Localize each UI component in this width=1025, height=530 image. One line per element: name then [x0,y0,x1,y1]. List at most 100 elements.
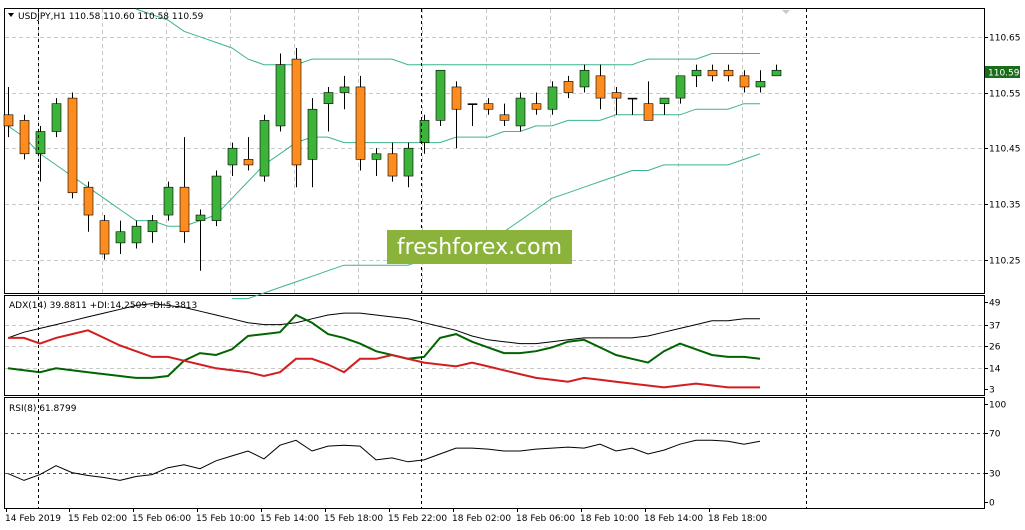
candle-body [35,131,46,155]
candle[interactable] [755,70,766,93]
candle-body [179,186,190,233]
candle[interactable] [131,220,142,249]
candle[interactable] [403,142,414,188]
candle-body [275,64,286,127]
candle-body [195,214,206,221]
current-price-label: 110.59 [988,69,1020,79]
candle-body [371,153,382,160]
candle[interactable] [3,86,14,138]
candle[interactable] [19,114,30,160]
time-axis-label: 18 Feb 02:00 [452,514,511,524]
time-axis-label: 18 Feb 18:00 [708,514,767,524]
candle[interactable] [611,86,622,115]
candle[interactable] [115,220,126,255]
candle-body [771,69,782,77]
candle-body [595,75,606,99]
lower-band-line [232,153,761,300]
candle[interactable] [387,142,398,182]
candle[interactable] [483,98,494,115]
candle-body [563,81,574,93]
candle[interactable] [771,64,782,77]
candle[interactable] [211,170,222,227]
candle[interactable] [595,64,606,110]
candle[interactable] [35,125,46,182]
candle[interactable] [515,92,526,132]
candle[interactable] [659,97,670,115]
candle-body [547,86,558,110]
candle[interactable] [291,47,302,188]
candle[interactable] [627,97,638,115]
time-axis-label: 15 Feb 06:00 [132,514,191,524]
candle-body [403,147,414,177]
chart-shift-marker-icon[interactable] [782,10,790,14]
candle-body [483,103,494,110]
candle-body [627,97,638,100]
adx-axis-label: 49 [989,299,1001,309]
candle[interactable] [643,81,654,121]
candle[interactable] [467,103,478,126]
candle-body [227,147,238,166]
candle[interactable] [275,53,286,132]
candle-body [99,220,110,255]
candle[interactable] [691,64,702,87]
candle-body [451,86,462,110]
candle[interactable] [339,75,350,110]
candle-body [707,69,718,77]
candle-body [339,86,350,93]
candle[interactable] [547,81,558,115]
rsi-axis-label: 100 [989,401,1006,411]
time-axis-label: 18 Feb 10:00 [580,514,639,524]
candle[interactable] [307,98,318,188]
adx-axis-label: 26 [989,343,1001,353]
candle[interactable] [179,137,190,243]
candle-body [723,69,734,77]
candle[interactable] [195,209,206,271]
time-axis-label: 15 Feb 10:00 [196,514,255,524]
candle[interactable] [243,137,254,171]
candle-body [259,120,270,177]
adx-axis-label: 37 [989,322,1000,332]
candle[interactable] [499,103,510,126]
candle[interactable] [259,114,270,182]
price-axis-label: 110.35 [989,201,1021,211]
candle-body [675,75,686,99]
candle-body [611,92,622,99]
candle[interactable] [675,75,686,104]
candle[interactable] [67,92,78,199]
dropdown-arrow-icon[interactable] [8,13,14,17]
candle-body [115,231,126,244]
candle[interactable] [83,181,94,232]
candle[interactable] [99,215,110,260]
time-axis-label: 18 Feb 14:00 [644,514,703,524]
chart-window[interactable]: USDJPY,H1 110.58 110.60 110.58 110.59 11… [0,0,1025,527]
candle-body [499,114,510,121]
candle-body [659,97,670,104]
middle-band-line [7,103,760,227]
candle-body [67,97,78,194]
candle-body [131,225,142,244]
candle[interactable] [51,98,62,138]
time-axis-label: 15 Feb 22:00 [388,514,447,524]
candle[interactable] [323,86,334,132]
adx-pane-header: ADX(14) 39.8811 +DI:14.2509 -DI:5.3813 [9,301,197,311]
price-axis-label: 110.65 [989,34,1021,44]
rsi-axis-label: 0 [989,499,995,509]
candle[interactable] [163,181,174,221]
rsi-pane[interactable] [4,397,985,509]
candle[interactable] [531,92,542,115]
candle[interactable] [739,70,750,93]
candle-body [579,69,590,88]
watermark-badge: freshforex.com [387,230,572,264]
candle[interactable] [723,64,734,82]
candle[interactable] [371,148,382,177]
candle[interactable] [579,64,590,93]
candle[interactable] [435,69,446,126]
candle[interactable] [563,75,574,99]
time-axis-label: 15 Feb 18:00 [324,514,383,524]
candle[interactable] [707,64,718,82]
candle[interactable] [147,215,158,243]
candle[interactable] [355,75,366,171]
adx-axis-label: 14 [989,365,1001,375]
candle[interactable] [227,142,238,177]
candle-body [291,58,302,166]
